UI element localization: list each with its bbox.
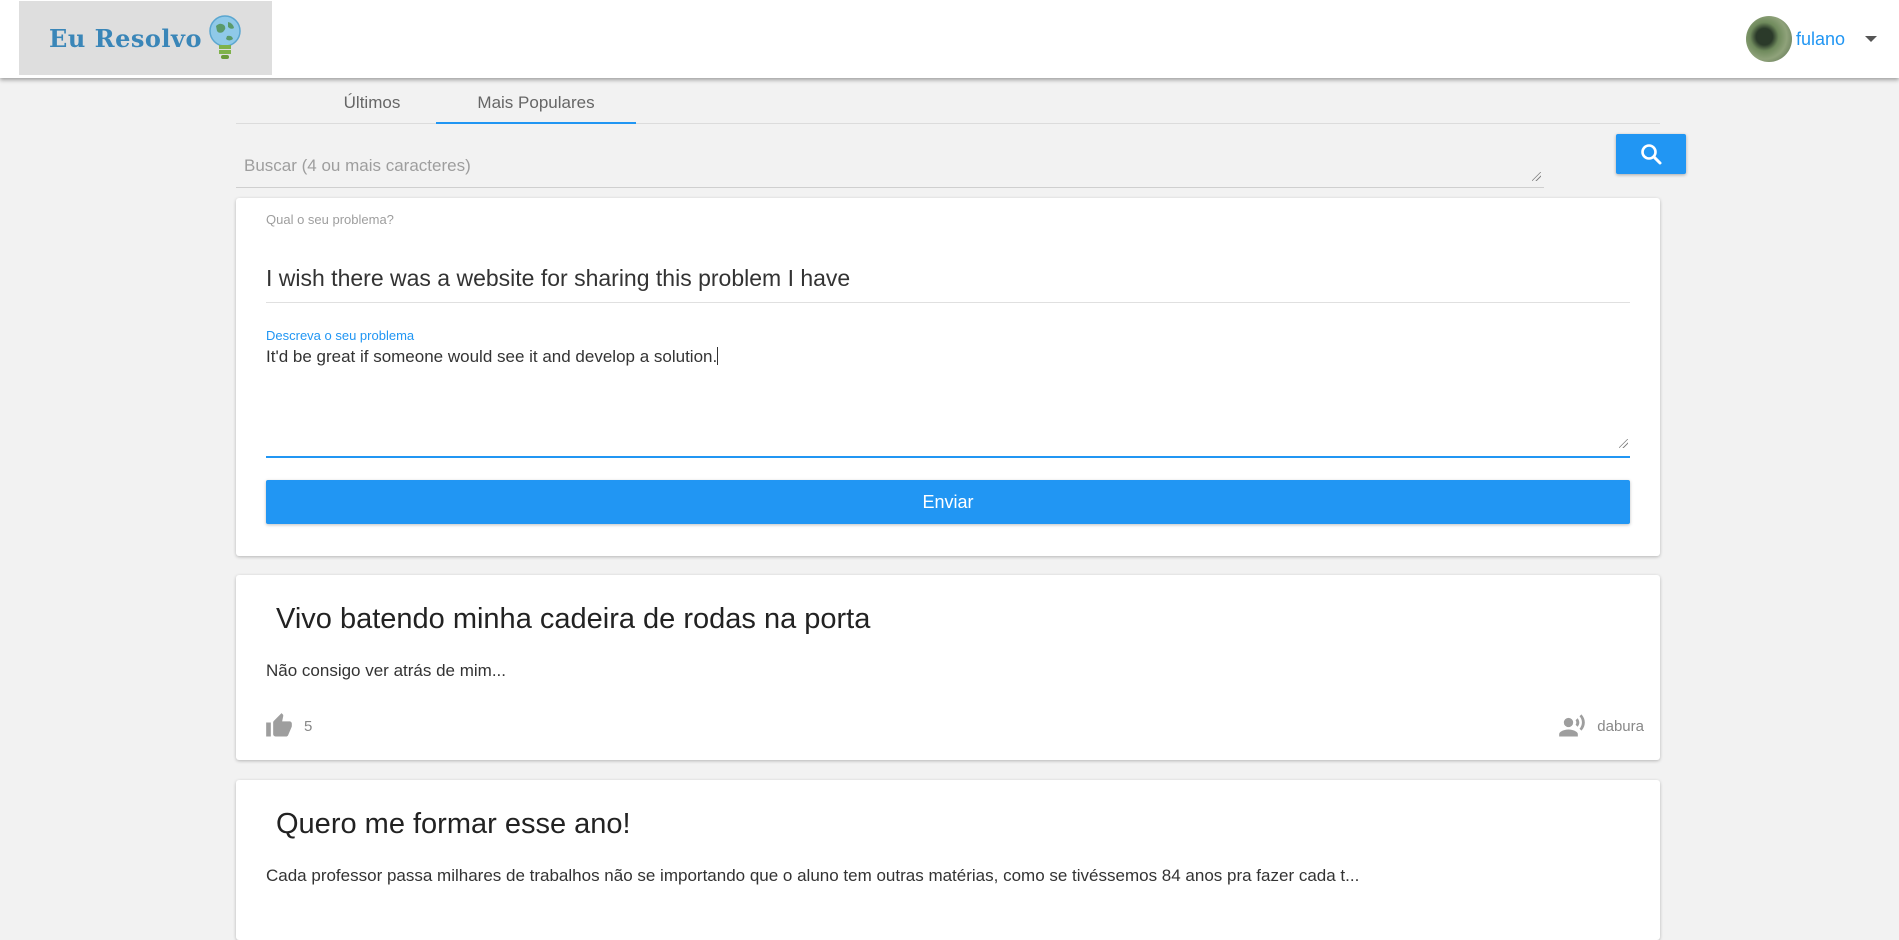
author-name: dabura <box>1597 717 1644 735</box>
search-input[interactable] <box>236 148 1544 184</box>
post-author: dabura <box>1557 712 1644 740</box>
post-body: Cada professor passa milhares de trabalh… <box>266 866 1360 885</box>
new-problem-form: Qual o seu problema? I wish there was a … <box>236 198 1660 556</box>
logo-text: Eu Resolvo <box>49 23 202 53</box>
post-body: Não consigo ver atrás de mim... <box>266 661 506 680</box>
like-control[interactable]: 5 <box>264 712 312 740</box>
resize-handle-icon[interactable] <box>1619 439 1628 448</box>
top-app-bar: Eu Resolvo fulano <box>0 0 1899 78</box>
post-card[interactable]: Vivo batendo minha cadeira de rodas na p… <box>236 575 1660 760</box>
post-title[interactable]: Quero me formar esse ano! <box>276 808 631 841</box>
search-icon <box>1641 144 1662 165</box>
tab-bar: Últimos Mais Populares <box>236 88 1660 124</box>
post-card[interactable]: Quero me formar esse ano! Cada professor… <box>236 780 1660 940</box>
like-count: 5 <box>304 717 313 735</box>
submit-button[interactable]: Enviar <box>266 480 1630 524</box>
person-speaking-icon <box>1559 714 1586 737</box>
user-menu[interactable]: fulano <box>1745 16 1877 62</box>
description-label: Descreva o seu problema <box>266 328 415 343</box>
post-title[interactable]: Vivo batendo minha cadeira de rodas na p… <box>276 603 870 636</box>
tab-mais-populares[interactable]: Mais Populares <box>436 88 636 124</box>
problem-description-textarea[interactable]: It'd be great if someone would see it an… <box>266 346 1630 458</box>
description-text: It'd be great if someone would see it an… <box>266 347 718 366</box>
chevron-down-icon[interactable] <box>1865 36 1877 42</box>
title-label: Qual o seu problema? <box>266 212 394 227</box>
search-field <box>236 148 1544 188</box>
problem-title-input[interactable]: I wish there was a website for sharing t… <box>266 253 1630 303</box>
resize-handle-icon[interactable] <box>1532 172 1541 181</box>
search-button[interactable] <box>1616 134 1686 174</box>
username[interactable]: fulano <box>1796 29 1845 50</box>
avatar[interactable] <box>1745 16 1792 62</box>
text-cursor <box>717 347 719 365</box>
app-logo[interactable]: Eu Resolvo <box>19 1 272 75</box>
lightbulb-globe-icon <box>209 15 241 59</box>
thumb-up-icon[interactable] <box>264 712 294 740</box>
